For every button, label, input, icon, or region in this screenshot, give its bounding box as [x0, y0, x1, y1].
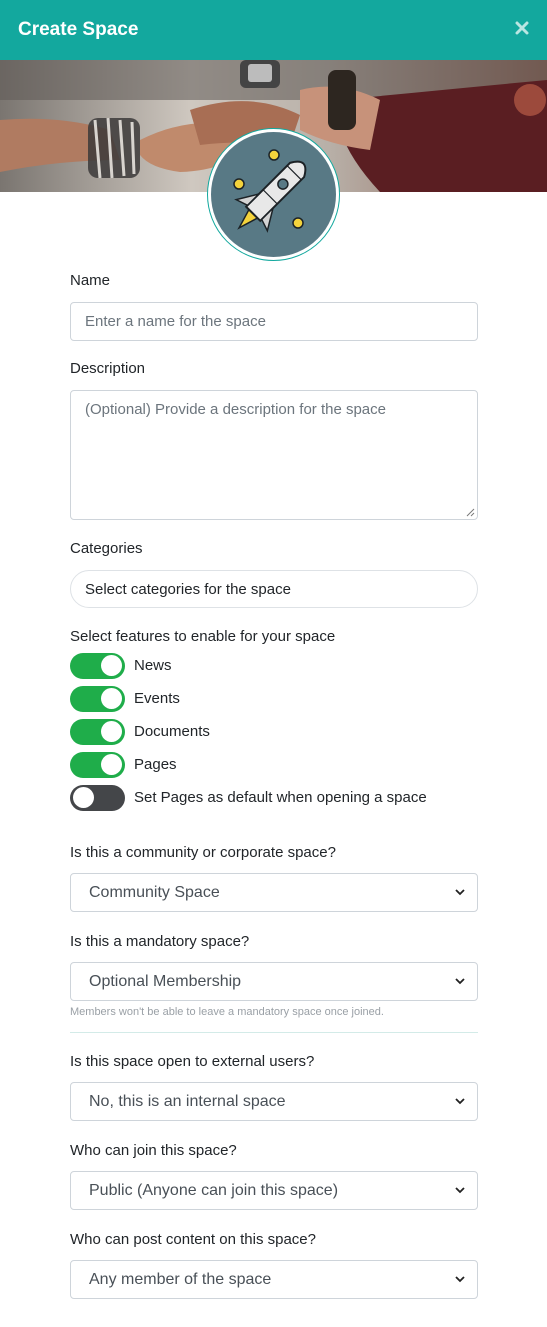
pages-default-label: Set Pages as default when opening a spac…	[134, 789, 427, 806]
categories-label: Categories	[70, 540, 143, 557]
feature-pages: Pages	[70, 748, 478, 781]
pages-label: Pages	[134, 756, 177, 773]
space-type-select[interactable]: Community Space	[70, 873, 478, 912]
description-textarea[interactable]: (Optional) Provide a description for the…	[70, 390, 478, 520]
rocket-icon	[233, 149, 307, 233]
chevron-down-icon	[455, 1187, 465, 1194]
pages-default-toggle[interactable]	[70, 784, 125, 811]
chevron-down-icon	[455, 1098, 465, 1105]
feature-events: Events	[70, 682, 478, 715]
mandatory-help-text: Members won't be able to leave a mandato…	[70, 1006, 384, 1018]
chevron-down-icon	[455, 978, 465, 985]
documents-toggle[interactable]	[70, 718, 125, 745]
space-type-value: Community Space	[89, 883, 220, 901]
join-value: Public (Anyone can join this space)	[89, 1181, 339, 1199]
external-select[interactable]: No, this is an internal space	[70, 1082, 478, 1121]
mandatory-label: Is this a mandatory space?	[70, 933, 250, 950]
categories-input[interactable]: Select categories for the space	[70, 570, 478, 608]
join-select[interactable]: Public (Anyone can join this space)	[70, 1171, 478, 1210]
mandatory-select[interactable]: Optional Membership	[70, 962, 478, 1001]
events-toggle[interactable]	[70, 685, 125, 712]
features-list: News Events Documents Pages Set Pages as…	[70, 649, 478, 814]
modal-title: Create Space	[18, 19, 139, 40]
news-label: News	[134, 657, 172, 674]
pages-toggle[interactable]	[70, 751, 125, 778]
post-label: Who can post content on this space?	[70, 1231, 316, 1248]
create-space-form: Name Enter a name for the space Descript…	[70, 271, 478, 1299]
mandatory-value: Optional Membership	[89, 972, 242, 990]
close-icon[interactable]	[513, 19, 531, 37]
chevron-down-icon	[455, 1276, 465, 1283]
feature-documents: Documents	[70, 715, 478, 748]
events-label: Events	[134, 690, 180, 707]
description-placeholder: (Optional) Provide a description for the…	[85, 401, 386, 418]
name-placeholder: Enter a name for the space	[85, 313, 266, 330]
name-label: Name	[70, 272, 111, 289]
news-toggle[interactable]	[70, 652, 125, 679]
post-value: Any member of the space	[89, 1270, 272, 1288]
resize-grip-icon[interactable]	[466, 508, 475, 517]
post-select[interactable]: Any member of the space	[70, 1260, 478, 1299]
features-label: Select features to enable for your space	[70, 628, 336, 645]
categories-placeholder: Select categories for the space	[85, 580, 291, 598]
space-avatar[interactable]	[207, 128, 340, 261]
external-label: Is this space open to external users?	[70, 1053, 315, 1070]
external-value: No, this is an internal space	[89, 1092, 286, 1110]
section-divider	[70, 1032, 478, 1033]
feature-news: News	[70, 649, 478, 682]
modal-header: Create Space	[0, 0, 547, 60]
feature-pages-default: Set Pages as default when opening a spac…	[70, 781, 478, 814]
join-label: Who can join this space?	[70, 1142, 237, 1159]
space-type-label: Is this a community or corporate space?	[70, 844, 336, 861]
name-input[interactable]: Enter a name for the space	[70, 302, 478, 341]
chevron-down-icon	[455, 889, 465, 896]
description-label: Description	[70, 360, 146, 377]
documents-label: Documents	[134, 723, 210, 740]
